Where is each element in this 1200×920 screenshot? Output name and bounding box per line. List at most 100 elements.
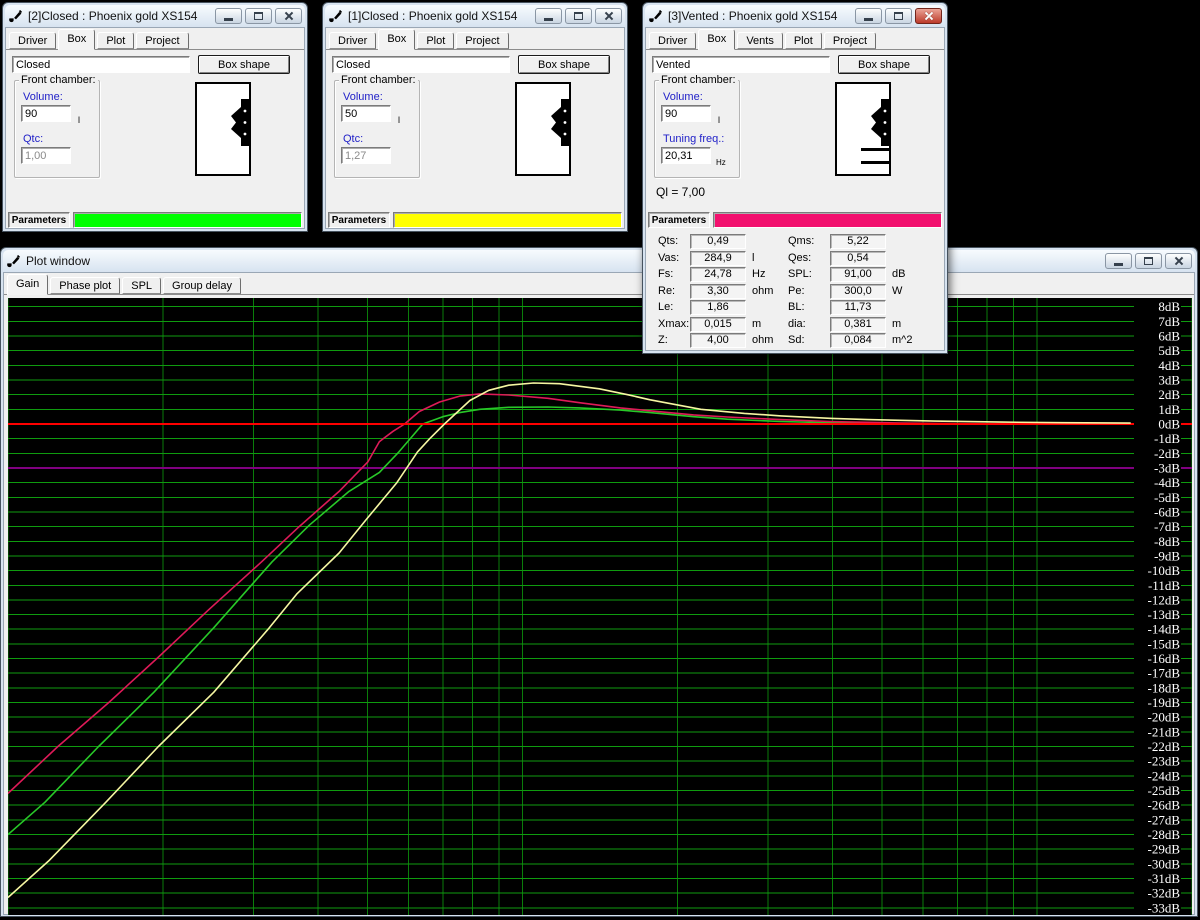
window-title: [3]Vented : Phoenix gold XS154 — [668, 9, 838, 23]
db-axis-label: -12dB — [1148, 592, 1181, 607]
volume-input[interactable] — [661, 105, 711, 122]
db-axis-label: 2dB — [1158, 387, 1180, 402]
tuning-freq-label: Tuning freq.: — [663, 133, 725, 145]
tab-vents[interactable]: Vents — [737, 32, 783, 49]
param-value-field: 0,084 — [830, 333, 886, 348]
box-type-input[interactable] — [12, 56, 190, 73]
box-shape-preview — [195, 82, 251, 176]
qtc-input[interactable] — [341, 147, 391, 164]
ql-value-text: Ql = 7,00 — [656, 185, 706, 199]
minimize-icon — [864, 18, 873, 21]
maximize-button[interactable] — [885, 8, 912, 24]
box-type-input[interactable] — [332, 56, 510, 73]
speaker-driver-icon — [231, 99, 249, 146]
minimize-icon — [224, 18, 233, 21]
window-titlebar[interactable]: [1]Closed : Phoenix gold XS154 — [325, 5, 625, 27]
db-axis-label: -13dB — [1148, 607, 1181, 622]
db-axis-label: 0dB — [1158, 417, 1180, 432]
param-label: dia: — [788, 317, 806, 330]
status-color-bar — [73, 212, 302, 228]
window-title: [1]Closed : Phoenix gold XS154 — [348, 9, 518, 23]
tab-bar: Driver Box Plot Project — [326, 28, 624, 50]
tab-spl[interactable]: SPL — [122, 277, 162, 294]
param-label: Pe: — [788, 284, 805, 297]
window-titlebar[interactable]: [3]Vented : Phoenix gold XS154 — [645, 5, 945, 27]
volume-unit: l — [78, 115, 80, 125]
window-body: DriverBoxPlotProject Box shape Front cha… — [5, 27, 305, 229]
close-icon — [1174, 256, 1184, 266]
tab-project[interactable]: Project — [823, 32, 877, 49]
box-shape-preview — [835, 82, 891, 176]
db-axis-label: -5dB — [1154, 490, 1180, 505]
close-button[interactable] — [595, 8, 622, 24]
tab-phase-plot[interactable]: Phase plot — [50, 277, 121, 294]
box-shape-preview — [515, 82, 571, 176]
param-row: Sd: 0,084 m^2 — [646, 333, 944, 348]
parameters-toggle[interactable]: Parameters — [8, 212, 70, 228]
tab-driver[interactable]: Driver — [649, 32, 697, 49]
db-axis-label: -21dB — [1148, 724, 1181, 739]
status-row: Parameters — [648, 212, 942, 228]
window-body: DriverBoxPlotProject Box shape Front cha… — [325, 27, 625, 229]
db-axis-label: -32dB — [1148, 886, 1181, 901]
parameters-toggle[interactable]: Parameters — [648, 212, 710, 228]
tab-plot[interactable]: Plot — [97, 32, 135, 49]
maximize-button[interactable] — [565, 8, 592, 24]
minimize-button[interactable] — [215, 8, 242, 24]
db-axis-label: -1dB — [1154, 431, 1180, 446]
close-button[interactable] — [1165, 253, 1192, 269]
db-axis-label: -28dB — [1148, 827, 1181, 842]
close-icon — [284, 11, 294, 21]
tab-project[interactable]: Project — [456, 32, 509, 49]
minimize-button[interactable] — [1105, 253, 1132, 269]
db-axis-label: -29dB — [1148, 842, 1181, 857]
db-axis-label: -26dB — [1148, 798, 1181, 813]
tab-plot[interactable]: Plot — [784, 32, 822, 49]
tuning-freq-input[interactable] — [661, 147, 711, 164]
volume-label: Volume: — [663, 91, 703, 103]
tab-box[interactable]: Box — [698, 29, 736, 50]
tab-box[interactable]: Box — [378, 29, 416, 50]
speaker-driver-icon — [871, 99, 889, 146]
box-shape-button[interactable]: Box shape — [518, 55, 610, 74]
window-titlebar[interactable]: [2]Closed : Phoenix gold XS154 — [5, 5, 305, 27]
tab-driver[interactable]: Driver — [9, 32, 57, 49]
db-axis-label: -17dB — [1148, 666, 1181, 681]
volume-input[interactable] — [341, 105, 391, 122]
gain-curve — [7, 406, 1181, 836]
close-button[interactable] — [275, 8, 302, 24]
minimize-button[interactable] — [535, 8, 562, 24]
tab-box[interactable]: Box — [58, 29, 96, 50]
param-label: BL: — [788, 301, 805, 313]
status-row: Parameters — [8, 212, 302, 228]
box-shape-button[interactable]: Box shape — [838, 55, 930, 74]
tab-driver[interactable]: Driver — [329, 32, 377, 49]
param-label: Qes: — [788, 251, 812, 264]
minimize-button[interactable] — [855, 8, 882, 24]
tab-plot[interactable]: Plot — [417, 32, 455, 49]
param-unit: dB — [892, 268, 906, 280]
status-row: Parameters — [328, 212, 622, 228]
close-button[interactable] — [915, 8, 942, 24]
tab-group-delay[interactable]: Group delay — [163, 277, 241, 294]
db-axis-label: -8dB — [1154, 534, 1180, 549]
parameters-toggle[interactable]: Parameters — [328, 212, 390, 228]
plot-window-body: Gain Phase plot SPL Group delay 8dB 7dB 6dB 5d… — [3, 272, 1195, 915]
maximize-button[interactable] — [245, 8, 272, 24]
box-shape-button[interactable]: Box shape — [198, 55, 290, 74]
box-type-input[interactable] — [652, 56, 830, 73]
gain-curve — [7, 393, 1181, 794]
vent-slot-line — [861, 161, 889, 164]
app-icon — [649, 9, 663, 22]
vent-slot-line — [861, 148, 889, 151]
tab-project[interactable]: Project — [136, 32, 189, 49]
qtc-input[interactable] — [21, 147, 71, 164]
param-unit: W — [892, 284, 903, 297]
plot-window-titlebar[interactable]: Plot window — [3, 250, 1195, 272]
volume-input[interactable] — [21, 105, 71, 122]
param-value-field: 91,00 — [830, 267, 886, 282]
db-axis-label: -20dB — [1148, 710, 1181, 725]
param-value-field: 0,381 — [830, 316, 886, 332]
maximize-button[interactable] — [1135, 253, 1162, 269]
tab-gain[interactable]: Gain — [7, 274, 49, 295]
